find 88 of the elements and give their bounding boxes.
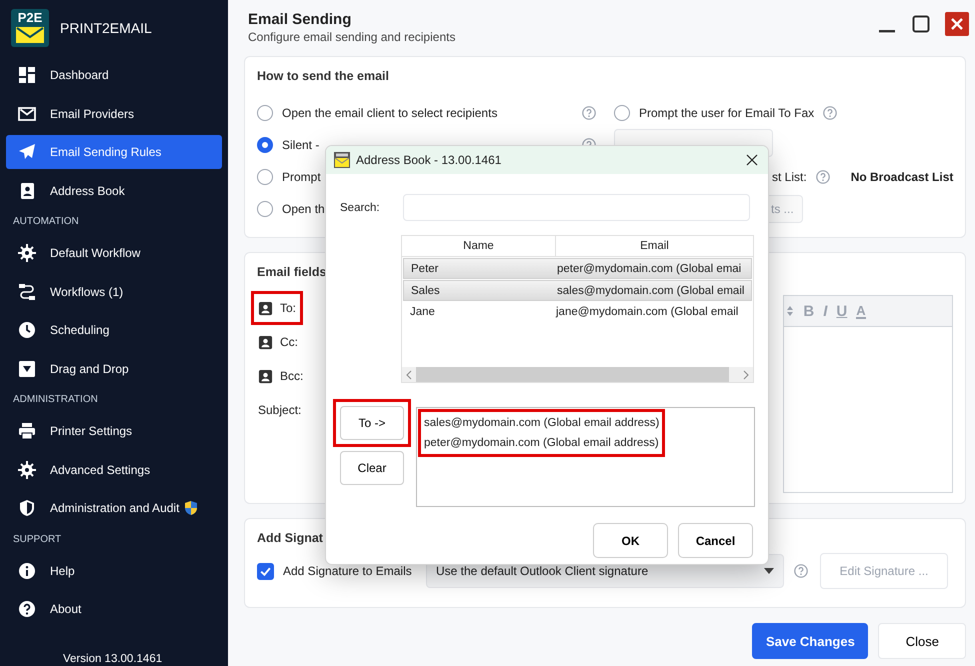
shield-icon — [18, 499, 36, 517]
field-label: Bcc: — [280, 369, 304, 383]
option-label: Open th — [282, 202, 325, 216]
section-label: ADMINISTRATION — [12, 393, 99, 407]
page-title: Email Sending — [248, 11, 352, 28]
field-label: Subject: — [258, 403, 302, 417]
help-icon[interactable] — [794, 564, 808, 578]
info-icon — [18, 562, 36, 580]
workflow-icon — [18, 282, 36, 300]
search-field[interactable] — [403, 194, 750, 221]
close-button[interactable]: Close — [878, 623, 966, 659]
recipient-item[interactable]: sales@mydomain.com (Global email address) — [424, 413, 660, 433]
caret-icon — [764, 568, 774, 574]
option-label: Prompt — [282, 170, 321, 184]
dialog-title: Address Book - 13.00.1461 — [356, 153, 502, 167]
nav-item[interactable]: Scheduling — [6, 313, 222, 347]
radio-button[interactable] — [257, 169, 273, 185]
nav-item[interactable]: Drag and Drop — [6, 352, 222, 386]
section-label: SUPPORT — [12, 532, 62, 546]
card-heading: Email fields — [257, 265, 326, 279]
card-heading: Add Signat — [257, 531, 323, 545]
nav-item[interactable]: Email Providers — [6, 96, 222, 130]
card-heading: How to send the email — [257, 69, 389, 83]
contact-icon[interactable] — [258, 334, 273, 350]
save-button[interactable]: Save Changes — [752, 623, 868, 659]
radio-button[interactable] — [257, 105, 273, 121]
option-label: Open the email client to select recipients — [282, 106, 498, 120]
broadcast-label: st List: — [772, 170, 807, 184]
section-label: AUTOMATION — [12, 215, 80, 229]
close-icon[interactable] — [746, 154, 758, 166]
version-text: Version 13.00.1461 — [63, 653, 162, 665]
to-button[interactable]: To -> — [340, 406, 404, 440]
radio-button[interactable] — [614, 105, 630, 121]
maximize-icon[interactable] — [911, 14, 932, 34]
table-row[interactable]: Sales sales@mydomain.com (Global email — [403, 280, 752, 301]
gear-icon — [18, 244, 36, 262]
radio-button[interactable] — [257, 201, 273, 217]
field-label: To: — [280, 301, 296, 315]
ok-button[interactable]: OK — [593, 523, 668, 558]
contact-book-icon — [18, 182, 36, 200]
nav-item[interactable]: Default Workflow — [6, 236, 222, 270]
column-header[interactable]: Name — [402, 236, 556, 256]
shield-icon — [183, 500, 200, 516]
nav-item[interactable]: Workflows (1) — [6, 274, 222, 308]
checkbox-label: Add Signature to Emails — [283, 564, 413, 578]
envelope-icon — [18, 104, 36, 122]
nav-item[interactable]: Printer Settings — [6, 414, 222, 448]
nav-item[interactable]: Email Sending Rules — [6, 135, 222, 169]
recipients-list[interactable]: sales@mydomain.com (Global email address) peter@mydomain.com (Global email address) — [416, 407, 755, 507]
chevron-left-icon[interactable] — [406, 370, 412, 380]
nav-item[interactable]: Administration and Audit — [6, 491, 222, 525]
cancel-button[interactable]: Cancel — [678, 523, 753, 558]
gear-icon — [18, 460, 36, 478]
clock-icon — [18, 321, 36, 339]
nav-item[interactable]: Address Book — [6, 174, 222, 208]
clear-button[interactable]: Clear — [340, 451, 404, 485]
download-icon — [18, 360, 36, 378]
search-label: Search: — [340, 202, 381, 214]
chevron-right-icon[interactable] — [743, 370, 749, 380]
logo: P2E — [11, 9, 49, 47]
paper-plane-icon — [18, 143, 36, 161]
help-icon[interactable] — [816, 170, 830, 184]
nav-item[interactable]: About — [6, 592, 222, 626]
option-label: Prompt the user for Email To Fax — [639, 106, 814, 120]
sort-icon[interactable] — [786, 305, 794, 317]
printer-icon — [18, 422, 36, 440]
contact-icon[interactable] — [258, 300, 273, 316]
help-icon[interactable] — [823, 106, 838, 120]
column-header[interactable]: Email — [556, 236, 753, 256]
nav-item[interactable]: Advanced Settings — [6, 452, 222, 486]
checkbox[interactable] — [257, 562, 274, 580]
app-name: PRINT2EMAIL — [60, 20, 152, 36]
nav-item[interactable]: Dashboard — [6, 58, 222, 92]
nav-item[interactable]: Help — [6, 554, 222, 588]
table-row[interactable]: Peter peter@mydomain.com (Global emai — [403, 258, 752, 279]
table-row[interactable]: Jane jane@mydomain.com (Global email — [403, 302, 752, 322]
field-label: Cc: — [280, 335, 298, 349]
recipient-item[interactable]: peter@mydomain.com (Global email address) — [424, 433, 660, 453]
broadcast-value: No Broadcast List — [850, 170, 954, 184]
dashboard-icon — [18, 66, 36, 84]
scrollbar[interactable] — [402, 367, 753, 382]
app-icon — [334, 152, 350, 168]
help-icon[interactable] — [582, 106, 596, 120]
radio-button[interactable] — [257, 137, 273, 153]
contact-icon[interactable] — [258, 368, 273, 384]
help-icon — [18, 600, 36, 618]
option-label: Silent - — [282, 138, 320, 152]
page-subtitle: Configure email sending and recipients — [248, 30, 456, 44]
